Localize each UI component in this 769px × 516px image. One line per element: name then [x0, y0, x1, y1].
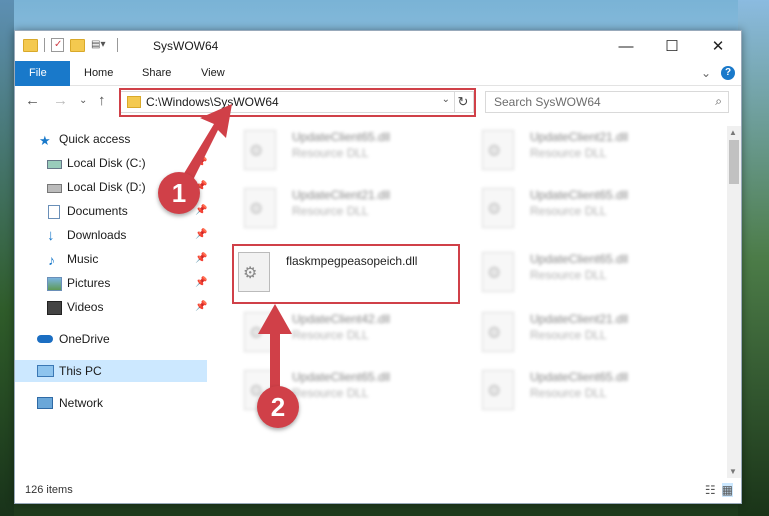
arrow-2-icon — [258, 304, 292, 390]
annotation-arrows — [180, 104, 292, 390]
step-badge-2: 2 — [257, 386, 299, 428]
step-badge-1: 1 — [158, 172, 200, 214]
